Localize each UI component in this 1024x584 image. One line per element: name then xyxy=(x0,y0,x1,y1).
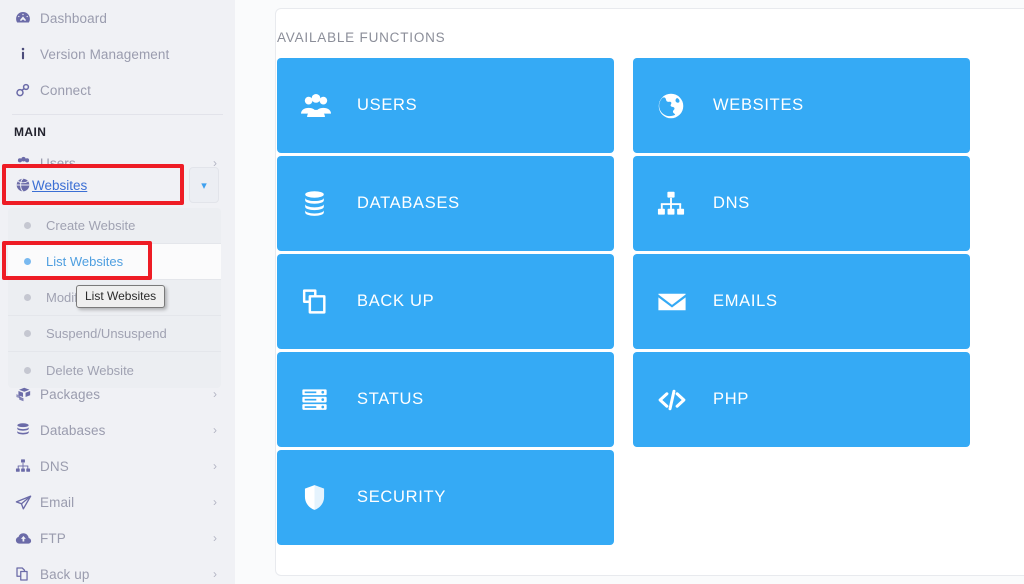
sidebar-item-label: Websites xyxy=(32,177,88,193)
sidebar-item-dashboard[interactable]: Dashboard xyxy=(0,0,235,36)
tile-label: DNS xyxy=(713,194,750,212)
tile-label: EMAILS xyxy=(713,292,778,310)
tile-dns[interactable]: DNS xyxy=(633,156,970,251)
function-tiles-grid: USERS DATABASES BACK UP STATUS SECURITY … xyxy=(277,58,977,545)
tile-label: WEBSITES xyxy=(713,96,804,114)
shield-icon xyxy=(299,482,357,513)
copy-files-icon xyxy=(14,564,40,584)
page-title: AVAILABLE FUNCTIONS xyxy=(277,30,446,45)
tile-status[interactable]: STATUS xyxy=(277,352,614,447)
chevron-down-icon: ▾ xyxy=(201,179,207,192)
sidebar-item-backup[interactable]: Back up › xyxy=(0,556,235,584)
dashboard-gauge-icon xyxy=(14,8,40,28)
sidebar-item-version-management[interactable]: Version Management xyxy=(0,36,235,72)
submenu-item-label: Create Website xyxy=(46,218,136,233)
sidebar-item-label: Packages xyxy=(40,386,101,402)
sidebar-item-label: FTP xyxy=(40,530,66,546)
copy-files-icon xyxy=(299,286,357,317)
bullet-icon xyxy=(24,258,31,265)
tile-label: SECURITY xyxy=(357,488,447,506)
chevron-right-icon: › xyxy=(213,423,217,437)
envelope-icon xyxy=(655,285,713,319)
tile-label: PHP xyxy=(713,390,750,408)
bullet-icon xyxy=(24,294,31,301)
submenu-item-label: Suspend/Unsuspend xyxy=(46,326,167,341)
sidebar-item-connect[interactable]: Connect xyxy=(0,72,235,108)
sidebar-item-email[interactable]: Email › xyxy=(0,484,235,520)
code-brackets-icon xyxy=(655,383,713,417)
database-icon xyxy=(14,420,40,440)
sidebar-item-ftp[interactable]: FTP › xyxy=(0,520,235,556)
sidebar-item-packages[interactable]: Packages › xyxy=(0,376,235,412)
tile-label: USERS xyxy=(357,96,418,114)
globe-icon xyxy=(14,176,32,194)
chevron-right-icon: › xyxy=(213,459,217,473)
link-chain-icon xyxy=(14,80,40,100)
sidebar-item-label: Email xyxy=(40,494,75,510)
tile-php[interactable]: PHP xyxy=(633,352,970,447)
chevron-right-icon: › xyxy=(213,567,217,581)
info-icon xyxy=(14,44,40,64)
tile-backup[interactable]: BACK UP xyxy=(277,254,614,349)
sidebar-section-main: MAIN xyxy=(14,125,47,139)
bullet-icon xyxy=(24,330,31,337)
submenu-item-label: List Websites xyxy=(46,254,124,269)
tile-security[interactable]: SECURITY xyxy=(277,450,614,545)
cloud-upload-icon xyxy=(14,528,40,548)
tiles-column-right: WEBSITES DNS EMAILS PHP xyxy=(633,58,970,545)
sidebar-item-label: Connect xyxy=(40,82,91,98)
chevron-right-icon: › xyxy=(213,531,217,545)
sidebar-item-label: Back up xyxy=(40,566,90,582)
application-window: Dashboard Version Management Connect MAI… xyxy=(0,0,1024,584)
tile-users[interactable]: USERS xyxy=(277,58,614,153)
submenu-item-create-website[interactable]: Create Website xyxy=(8,208,221,244)
sitemap-icon xyxy=(655,188,713,220)
submenu-item-suspend-unsuspend[interactable]: Suspend/Unsuspend xyxy=(8,316,221,352)
tile-emails[interactable]: EMAILS xyxy=(633,254,970,349)
database-icon xyxy=(299,188,357,219)
users-group-icon xyxy=(299,89,357,123)
sidebar-item-label: DNS xyxy=(40,458,69,474)
sidebar: Dashboard Version Management Connect MAI… xyxy=(0,0,235,584)
tile-label: DATABASES xyxy=(357,194,460,212)
tooltip-list-websites: List Websites xyxy=(76,285,166,308)
main-content: AVAILABLE FUNCTIONS USERS DATABASES BACK… xyxy=(235,0,1024,584)
sidebar-item-label: Dashboard xyxy=(40,10,107,26)
bullet-icon xyxy=(24,222,31,229)
chevron-right-icon: › xyxy=(213,387,217,401)
sidebar-item-label: Version Management xyxy=(40,46,170,62)
tile-websites[interactable]: WEBSITES xyxy=(633,58,970,153)
paper-plane-icon xyxy=(14,492,40,512)
server-rack-icon xyxy=(299,384,357,415)
chevron-right-icon: › xyxy=(213,495,217,509)
tile-databases[interactable]: DATABASES xyxy=(277,156,614,251)
submenu-item-list-websites[interactable]: List Websites xyxy=(8,244,221,280)
sitemap-icon xyxy=(14,456,40,476)
packages-boxes-icon xyxy=(14,384,40,404)
sidebar-item-databases[interactable]: Databases › xyxy=(0,412,235,448)
tile-label: STATUS xyxy=(357,390,424,408)
sidebar-bottom-group: Packages › Databases › DNS › Email › FTP… xyxy=(0,376,235,584)
websites-dropdown-toggle[interactable]: ▾ xyxy=(189,167,219,203)
globe-icon xyxy=(655,90,713,122)
sidebar-item-label: Databases xyxy=(40,422,106,438)
sidebar-item-dns[interactable]: DNS › xyxy=(0,448,235,484)
tile-label: BACK UP xyxy=(357,292,435,310)
tiles-column-left: USERS DATABASES BACK UP STATUS SECURITY xyxy=(277,58,614,545)
sidebar-item-websites[interactable]: Websites xyxy=(5,168,181,202)
bullet-icon xyxy=(24,366,31,374)
